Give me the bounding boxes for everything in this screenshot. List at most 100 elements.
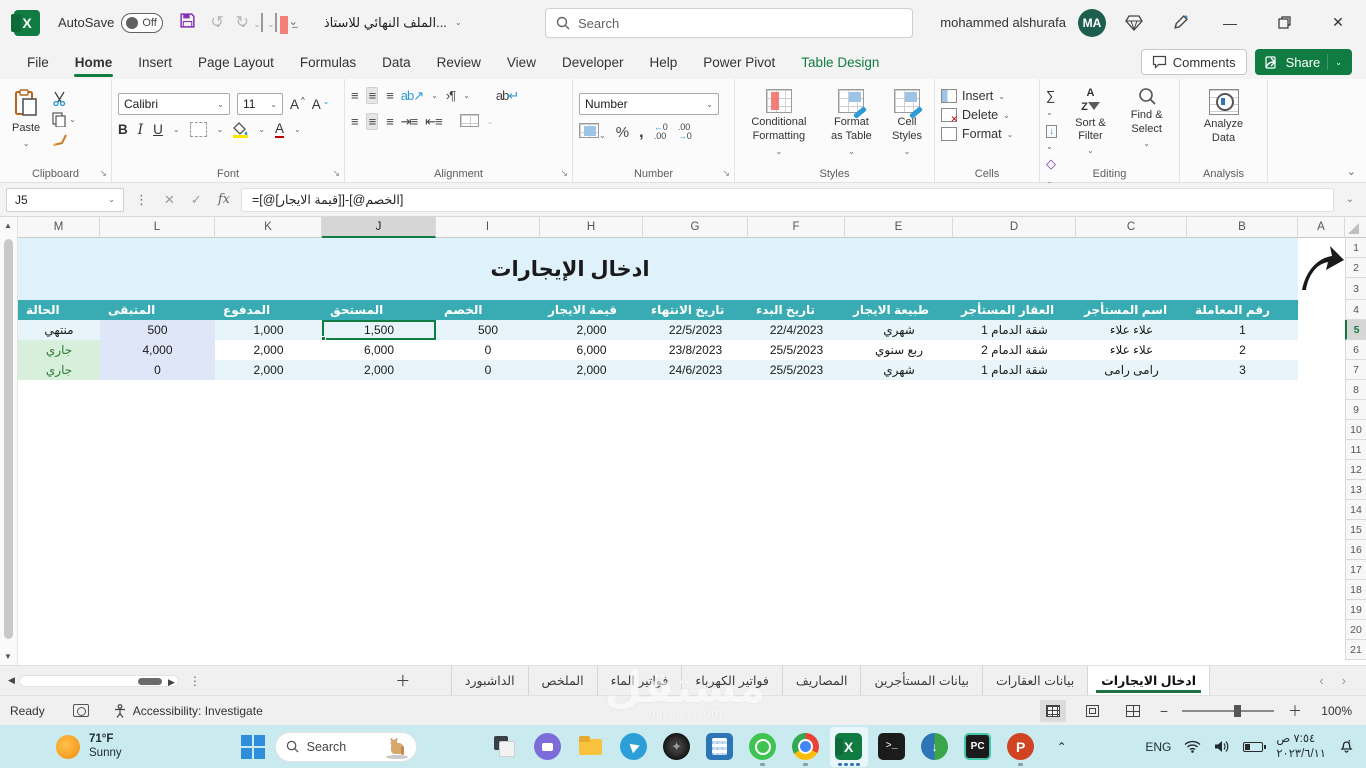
cell-r1-c6[interactable]: 22/5/2023 bbox=[643, 320, 748, 340]
document-title[interactable]: الملف النهائي للاستاذ... ⌄ bbox=[324, 15, 462, 31]
cell-r1-c9[interactable]: شقة الدمام 1 bbox=[953, 320, 1076, 340]
cell-r1-c11[interactable]: 1 bbox=[1187, 320, 1298, 340]
table-column-7[interactable]: تاريخ البدء bbox=[748, 300, 845, 320]
expand-formula-bar-icon[interactable]: ⌄ bbox=[1340, 194, 1360, 205]
prev-sheet-icon[interactable]: ‹ bbox=[1319, 673, 1323, 688]
number-format-combo[interactable]: Number ⌄ bbox=[579, 93, 719, 115]
bold-button[interactable]: B bbox=[118, 122, 128, 137]
sheet-tab-4[interactable]: المصاريف bbox=[783, 665, 862, 696]
notification-bell-icon[interactable]: z bbox=[1339, 738, 1354, 756]
cell-r3-c5[interactable]: 2,000 bbox=[540, 360, 643, 380]
table-column-9[interactable]: العقار المستأجر bbox=[953, 300, 1076, 320]
cell-r2-c7[interactable]: 25/5/2023 bbox=[748, 340, 845, 360]
tabbar-splitter-icon[interactable]: ⋮ bbox=[189, 674, 201, 688]
ribbon-tab-page-layout[interactable]: Page Layout bbox=[185, 45, 287, 79]
ribbon-tab-table-design[interactable]: Table Design bbox=[788, 45, 892, 79]
cell-r3-c4[interactable]: 0 bbox=[436, 360, 540, 380]
orientation-icon[interactable]: ab↗ bbox=[401, 88, 424, 104]
ribbon-tab-data[interactable]: Data bbox=[369, 45, 424, 79]
insert-cells-button[interactable]: Insert ⌄ bbox=[941, 89, 1013, 103]
cell-r2-c9[interactable]: شقة الدمام 2 bbox=[953, 340, 1076, 360]
column-header-B[interactable]: B bbox=[1187, 217, 1298, 238]
formula-options-icon[interactable]: ⋮ bbox=[130, 192, 153, 208]
sort-filter-button[interactable]: AZ Sort & Filter ⌄ bbox=[1067, 85, 1115, 164]
save-icon[interactable] bbox=[179, 12, 196, 33]
delete-cells-button[interactable]: Delete⌄ bbox=[941, 108, 1013, 125]
merge-center-icon[interactable] bbox=[459, 113, 479, 130]
hscroll-left-icon[interactable]: ◀ bbox=[8, 675, 15, 686]
horizontal-scrollbar[interactable]: ◀ ▶ bbox=[8, 674, 179, 688]
format-as-table-button[interactable]: Format as Table ⌄ bbox=[823, 85, 880, 164]
row-header-5[interactable]: 5 bbox=[1345, 320, 1366, 340]
taskbar-app-calculator[interactable] bbox=[701, 727, 739, 767]
page-break-view-button[interactable] bbox=[1120, 700, 1146, 722]
align-center-icon[interactable]: ≡ bbox=[365, 113, 379, 130]
table-column-5[interactable]: قيمة الايجار bbox=[540, 300, 643, 320]
wrap-text-icon[interactable]: ›¶ bbox=[446, 88, 456, 103]
row-header-16[interactable]: 16 bbox=[1345, 540, 1366, 560]
table-column-0[interactable]: الحالة bbox=[18, 300, 100, 320]
cell-r2-c5[interactable]: 6,000 bbox=[540, 340, 643, 360]
alignment-dialog-launcher-icon[interactable]: ↘ bbox=[560, 168, 568, 179]
cell-r2-c4[interactable]: 0 bbox=[436, 340, 540, 360]
format-cells-button[interactable]: Format ⌄ bbox=[941, 127, 1013, 141]
table-column-11[interactable]: رقم المعاملة bbox=[1187, 300, 1298, 320]
comments-button[interactable]: Comments bbox=[1140, 49, 1247, 75]
restore-button[interactable] bbox=[1262, 0, 1306, 45]
fill-color-dropdown-icon[interactable]: ⌄ bbox=[258, 125, 265, 134]
cell-r2-c10[interactable]: علاء علاء bbox=[1076, 340, 1187, 360]
row-header-13[interactable]: 13 bbox=[1345, 480, 1366, 500]
column-header-H[interactable]: H bbox=[540, 217, 643, 238]
macro-record-icon[interactable] bbox=[72, 704, 89, 717]
taskbar-app-task-view[interactable] bbox=[486, 727, 524, 767]
cell-r3-c3[interactable]: 2,000 bbox=[322, 360, 436, 380]
table-column-4[interactable]: الخصم bbox=[436, 300, 540, 320]
table-column-10[interactable]: اسم المستأجر bbox=[1076, 300, 1187, 320]
column-header-G[interactable]: G bbox=[643, 217, 748, 238]
grow-font-icon[interactable]: A ^ bbox=[290, 96, 305, 112]
align-left-icon[interactable]: ≡ bbox=[351, 114, 359, 129]
zoom-out-button[interactable]: − bbox=[1160, 703, 1168, 719]
cell-r1-c4[interactable]: 500 bbox=[436, 320, 540, 340]
taskbar-search[interactable]: Search bbox=[274, 731, 417, 762]
sheet-tab-7[interactable]: ادخال الايجارات bbox=[1088, 665, 1211, 696]
share-button[interactable]: Share ⌄ bbox=[1254, 49, 1352, 75]
row-header-12[interactable]: 12 bbox=[1345, 460, 1366, 480]
borders-dropdown-icon[interactable]: ⌄ bbox=[217, 125, 224, 134]
taskbar-app-file-explorer[interactable] bbox=[572, 727, 610, 767]
taskbar-app-whatsapp[interactable] bbox=[744, 727, 782, 767]
titlebar-search[interactable]: Search bbox=[545, 8, 913, 38]
volume-icon[interactable] bbox=[1214, 740, 1230, 753]
taskbar-app-telegram[interactable] bbox=[615, 727, 653, 767]
cell-r1-c1[interactable]: 500 bbox=[100, 320, 215, 340]
font-color-dropdown-icon[interactable]: ⌄ bbox=[294, 125, 301, 134]
cell-r3-c1[interactable]: 0 bbox=[100, 360, 215, 380]
column-header-A[interactable]: A bbox=[1298, 217, 1345, 238]
font-name-combo[interactable]: Calibri ⌄ bbox=[118, 93, 230, 115]
language-indicator[interactable]: ENG bbox=[1145, 740, 1171, 754]
increase-indent-icon[interactable]: ⇥≡ bbox=[401, 114, 419, 130]
font-dialog-launcher-icon[interactable]: ↘ bbox=[332, 168, 340, 179]
cell-r3-c11[interactable]: 3 bbox=[1187, 360, 1298, 380]
taskbar-app-gameloop[interactable]: ✦ bbox=[658, 727, 696, 767]
table-column-2[interactable]: المدفوع bbox=[215, 300, 322, 320]
find-select-button[interactable]: Find & Select ⌄ bbox=[1120, 85, 1173, 164]
cell-r3-c6[interactable]: 24/6/2023 bbox=[643, 360, 748, 380]
cell-r3-c2[interactable]: 2,000 bbox=[215, 360, 322, 380]
vscroll-thumb[interactable] bbox=[4, 239, 13, 639]
hscroll-right-icon[interactable]: ▶ bbox=[168, 677, 175, 688]
row-header-19[interactable]: 19 bbox=[1345, 600, 1366, 620]
minimize-button[interactable]: — bbox=[1208, 0, 1252, 45]
ribbon-tab-file[interactable]: File bbox=[14, 45, 62, 79]
zoom-percentage[interactable]: 100% bbox=[1316, 704, 1352, 718]
row-header-3[interactable]: 3 bbox=[1345, 278, 1366, 300]
battery-icon[interactable] bbox=[1243, 741, 1267, 752]
ribbon-tab-view[interactable]: View bbox=[494, 45, 549, 79]
row-header-9[interactable]: 9 bbox=[1345, 400, 1366, 420]
cell-r3-c7[interactable]: 25/5/2023 bbox=[748, 360, 845, 380]
column-header-K[interactable]: K bbox=[215, 217, 322, 238]
enter-formula-icon[interactable]: ✓ bbox=[186, 192, 207, 208]
font-size-combo[interactable]: 11 ⌄ bbox=[237, 93, 283, 115]
table-column-1[interactable]: المتبقى bbox=[100, 300, 215, 320]
accounting-format-icon[interactable]: ⌄ bbox=[579, 123, 606, 141]
